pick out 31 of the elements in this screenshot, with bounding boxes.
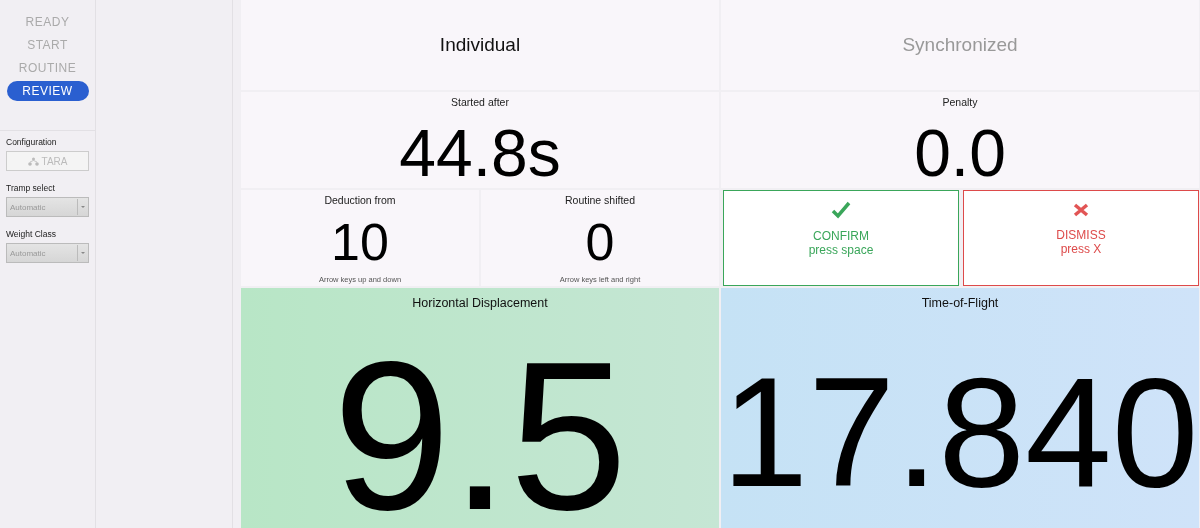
mode-tab[interactable]: Synchronized	[721, 0, 1199, 90]
cross-icon	[1072, 202, 1090, 218]
select-field[interactable]: Automatic	[6, 243, 89, 263]
nav-tab[interactable]: READY	[6, 12, 89, 32]
stat-label: Deduction from	[324, 194, 396, 206]
confirm-button[interactable]: CONFIRM press space	[723, 190, 959, 286]
caret-icon	[77, 245, 88, 261]
stat-label: Started after	[451, 96, 509, 108]
stat-value: 0.0	[914, 120, 1006, 186]
select-field[interactable]: Automatic	[6, 197, 89, 217]
stat-label: Routine shifted	[564, 194, 635, 206]
result-title: Horizontal Displacement	[412, 296, 548, 310]
field-label: Tramp select	[6, 183, 56, 193]
stat-value: 10	[331, 216, 389, 268]
scale-icon	[27, 156, 39, 166]
field-label: Weight Class	[6, 229, 57, 239]
stat-value: 44.8s	[399, 120, 561, 186]
check-icon	[831, 201, 851, 219]
mode-tab[interactable]: Individual	[241, 0, 719, 90]
caret-icon	[77, 199, 88, 215]
tara-button[interactable]: TARA	[6, 151, 89, 171]
nav-tab[interactable]: REVIEW	[6, 81, 89, 101]
stat-label: Penalty	[942, 96, 978, 108]
nav-tab[interactable]: ROUTINE	[6, 58, 89, 78]
nav-tab[interactable]: START	[6, 35, 89, 55]
result-value: 9.5	[332, 330, 628, 528]
section-title: Configuration	[6, 137, 58, 147]
result-value: 17.840	[721, 354, 1199, 510]
result-title: Time-of-Flight	[921, 296, 999, 310]
stat-value: 0	[585, 216, 615, 268]
dismiss-button[interactable]: DISMISS press X	[963, 190, 1199, 286]
